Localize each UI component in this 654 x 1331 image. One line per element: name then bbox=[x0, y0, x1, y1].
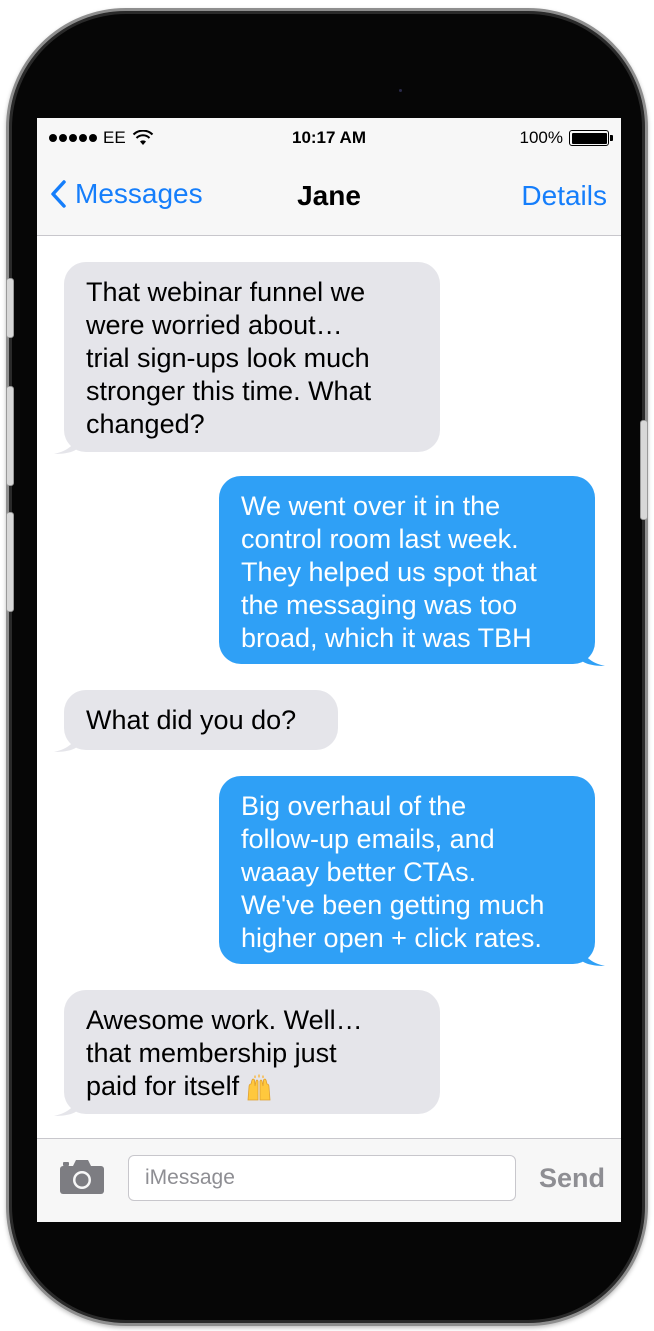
message-line: waaay better CTAs. bbox=[241, 857, 477, 887]
phone-screen: EE 10:17 AM 100% Messages Jane Details T… bbox=[37, 118, 621, 1222]
message-bubble-outgoing[interactable]: Big overhaul of the follow-up emails, an… bbox=[219, 776, 605, 966]
status-bar: EE 10:17 AM 100% bbox=[37, 118, 621, 158]
imessage-input[interactable] bbox=[128, 1155, 516, 1201]
conversation-title[interactable]: Jane bbox=[297, 180, 361, 211]
camera-icon bbox=[60, 1160, 104, 1194]
back-button-label: Messages bbox=[75, 178, 203, 209]
message-line: What did you do? bbox=[86, 705, 297, 735]
message-line: stronger this time. What bbox=[86, 376, 372, 406]
status-bar-right: 100% bbox=[519, 128, 613, 148]
message-composer: Send bbox=[37, 1138, 621, 1222]
power-button bbox=[640, 420, 648, 520]
volume-up-button bbox=[6, 386, 14, 486]
message-line: trial sign-ups look much bbox=[86, 343, 370, 373]
bubble-tail bbox=[579, 644, 605, 666]
message-line: follow-up emails, and bbox=[241, 824, 495, 854]
details-button[interactable]: Details bbox=[521, 180, 607, 212]
send-button[interactable]: Send bbox=[539, 1163, 605, 1194]
battery-level-fill bbox=[571, 132, 607, 144]
message-bubble-incoming[interactable]: Awesome work. Well… that membership just… bbox=[54, 990, 440, 1116]
message-line: control room last week. bbox=[241, 524, 519, 554]
message-line: We've been getting much bbox=[241, 890, 545, 920]
message-thread[interactable]: That webinar funnel we were worried abou… bbox=[37, 236, 621, 1138]
mute-switch bbox=[6, 278, 14, 338]
bubble-tail bbox=[54, 730, 80, 752]
message-line: that membership just bbox=[86, 1038, 337, 1068]
device-frame-stage: EE 10:17 AM 100% Messages Jane Details T… bbox=[0, 0, 654, 1331]
message-line: were worried about… bbox=[86, 310, 343, 340]
message-line: We went over it in the bbox=[241, 491, 501, 521]
battery-percent: 100% bbox=[519, 128, 563, 147]
chevron-left-icon bbox=[51, 180, 66, 208]
message-line: That webinar funnel we bbox=[86, 277, 366, 307]
bubble-tail bbox=[54, 432, 80, 454]
message-line: changed? bbox=[86, 409, 205, 439]
front-camera-dot bbox=[399, 89, 402, 92]
back-button[interactable]: Messages bbox=[49, 178, 203, 210]
message-bubble-incoming[interactable]: What did you do? bbox=[54, 690, 338, 752]
message-line-text: paid for itself bbox=[86, 1071, 240, 1101]
bubble-tail bbox=[54, 1094, 80, 1116]
message-line: Awesome work. Well… bbox=[86, 1005, 363, 1035]
message-line: the messaging was too bbox=[241, 590, 518, 620]
volume-down-button bbox=[6, 512, 14, 612]
raising-hands-emoji bbox=[247, 1074, 271, 1101]
message-line-with-emoji: paid for itself bbox=[86, 1070, 418, 1103]
message-line: broad, which it was TBH bbox=[241, 623, 532, 653]
message-line: They helped us spot that bbox=[241, 557, 537, 587]
message-line: higher open + click rates. bbox=[241, 923, 542, 953]
message-line: Big overhaul of the bbox=[241, 791, 467, 821]
battery-icon bbox=[569, 130, 613, 146]
bubble-tail bbox=[579, 944, 605, 966]
camera-button[interactable] bbox=[59, 1159, 105, 1195]
navigation-bar: Messages Jane Details bbox=[37, 158, 621, 236]
message-bubble-incoming[interactable]: That webinar funnel we were worried abou… bbox=[54, 262, 440, 454]
message-bubble-outgoing[interactable]: We went over it in the control room last… bbox=[219, 476, 605, 666]
